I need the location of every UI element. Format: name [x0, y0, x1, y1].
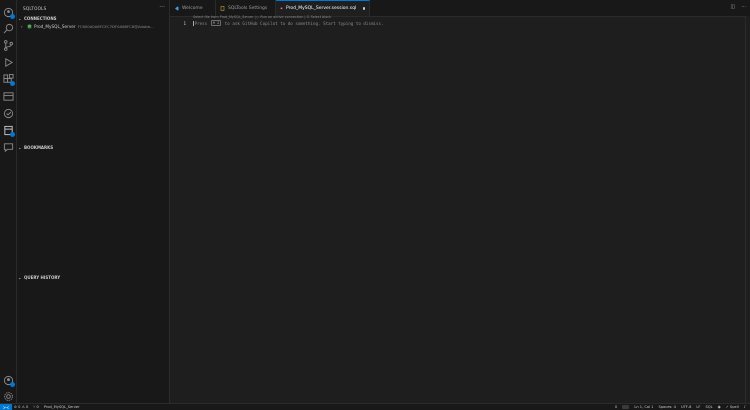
sidebar-title: SQLTOOLS: [23, 6, 47, 11]
extensions-icon[interactable]: [2, 73, 15, 86]
active-connection[interactable]: Prod_MySQL_Server: [44, 405, 80, 409]
settings-gear-icon[interactable]: [2, 390, 14, 402]
tab-label: SQLTools Settings: [228, 5, 268, 11]
split-editor-icon[interactable]: ◫: [730, 4, 735, 10]
section-query-history[interactable]: ⌄ QUERY HISTORY: [18, 275, 60, 280]
editor-scrollbar[interactable]: [745, 16, 750, 403]
settings-file-icon: [220, 5, 225, 11]
bell-icon[interactable]: ♪: [744, 405, 746, 409]
database-explorer-icon[interactable]: [2, 124, 15, 137]
source-control-icon[interactable]: [2, 39, 14, 51]
tab-session-sql[interactable]: Prod_MySQL_Server.session.sql: [276, 0, 370, 16]
codelens-actions[interactable]: Select file from Prod_MySQL_Server | ▷ R…: [193, 15, 331, 19]
unsaved-dot-icon[interactable]: [363, 7, 365, 10]
activity-bar: [0, 0, 17, 403]
copilot-hint-key: ⌘ I: [210, 20, 222, 26]
status-chip[interactable]: [622, 405, 630, 409]
ports-indicator[interactable]: ⑂ 0: [33, 405, 39, 409]
account-icon[interactable]: [2, 374, 15, 387]
more-editor-actions-icon[interactable]: ···: [741, 4, 746, 10]
connection-name: Prod_MySQL_Server: [34, 24, 76, 29]
vscode-logo-icon: [175, 6, 179, 10]
problems-indicator[interactable]: ⊘ 0 ⚠ 0: [14, 405, 28, 409]
section-connections-label: CONNECTIONS: [24, 16, 57, 21]
sql-file-icon: [280, 7, 283, 10]
language-mode[interactable]: SQL: [706, 405, 713, 409]
tab-label: Prod_MySQL_Server.session.sql: [285, 6, 357, 11]
chevron-down-icon: ⌄: [18, 16, 22, 21]
notifications-count[interactable]: 0: [615, 405, 617, 409]
sqltools-icon[interactable]: [2, 90, 14, 102]
connection-item[interactable]: › Prod_MySQL_Server FC600A0A6FCEC7DF0A68…: [21, 23, 169, 30]
section-connections[interactable]: ⌄ CONNECTIONS: [18, 16, 57, 21]
section-bookmarks[interactable]: ⌄ BOOKMARKS: [18, 145, 53, 150]
testing-icon[interactable]: [2, 107, 14, 119]
copilot-icon[interactable]: ◉: [718, 405, 721, 409]
end-of-line[interactable]: LF: [696, 405, 700, 409]
text-cursor: [193, 20, 194, 26]
chat-icon[interactable]: [2, 141, 14, 153]
tab-welcome[interactable]: Welcome: [170, 0, 216, 16]
database-icon: [27, 24, 32, 29]
spell-check[interactable]: ✓ Spell: [726, 405, 739, 409]
remote-indicator[interactable]: ><: [0, 404, 12, 410]
more-actions-button[interactable]: ···: [159, 4, 165, 11]
copilot-hint-prefix: Press: [194, 20, 210, 26]
run-debug-icon[interactable]: [2, 56, 14, 68]
tab-sqltools-settings[interactable]: SQLTools Settings: [216, 0, 276, 16]
indentation[interactable]: Spaces: 4: [658, 405, 675, 409]
cursor-position[interactable]: Ln 1, Col 1: [634, 405, 653, 409]
section-bookmarks-label: BOOKMARKS: [24, 145, 54, 150]
connection-id: FC600A0A6FCEC7DF0A68FC8@Adobe...: [77, 24, 154, 29]
chevron-right-icon: ›: [21, 24, 23, 29]
tab-label: Welcome: [182, 5, 203, 11]
encoding[interactable]: UTF-8: [681, 405, 691, 409]
chevron-down-icon: ⌄: [18, 145, 22, 150]
accounts-badge-icon[interactable]: [2, 6, 15, 19]
search-icon[interactable]: [2, 22, 14, 34]
copilot-hint-text: to ask GitHub Copilot to do something. S…: [222, 20, 384, 26]
chevron-down-icon: ⌄: [18, 275, 22, 280]
section-query-history-label: QUERY HISTORY: [24, 275, 61, 280]
sidebar: SQLTOOLS ··· ⌄ CONNECTIONS › Prod_MySQL_…: [17, 0, 170, 403]
line-number: 1: [183, 20, 186, 26]
editor-line[interactable]: 1 Press ⌘ I to ask GitHub Copilot to do …: [172, 20, 732, 26]
